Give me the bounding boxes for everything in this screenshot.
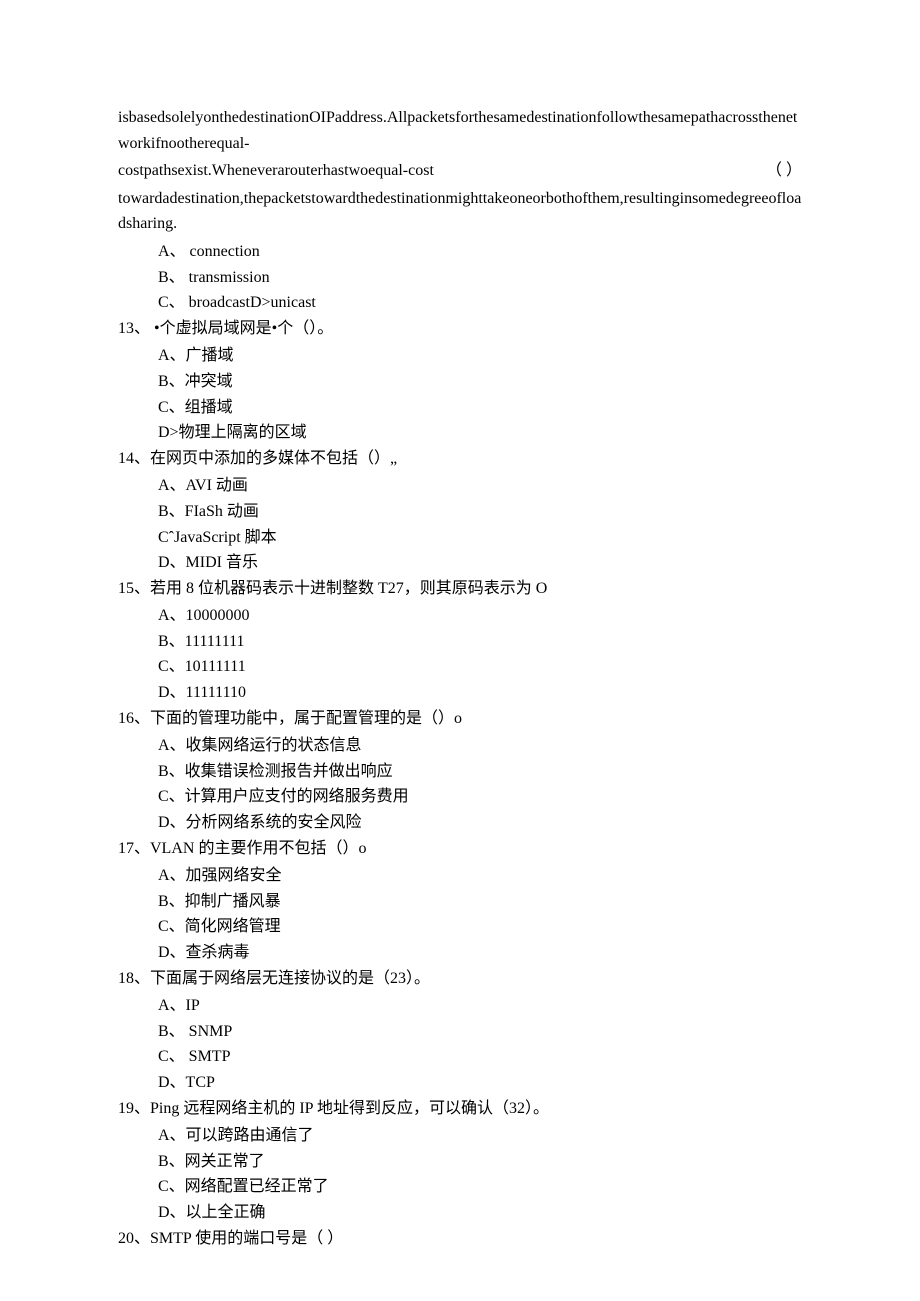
q20-stem: 20、SMTP 使用的端口号是（ ）	[118, 1226, 802, 1252]
q19-stem: 19、Ping 远程网络主机的 IP 地址得到反应，可以确认（32）。	[118, 1096, 802, 1122]
q18-stem: 18、下面属于网络层无连接协议的是（23）。	[118, 966, 802, 992]
q14-option-a: A、AVI 动画	[158, 473, 802, 499]
q18-option-a: A、IP	[158, 993, 802, 1019]
q15-option-c: C、10111111	[158, 654, 802, 680]
q17-option-b: B、抑制广播风暴	[158, 889, 802, 915]
q17-stem: 17、VLAN 的主要作用不包括（）o	[118, 836, 802, 862]
q15-option-d: D、11111110	[158, 680, 802, 706]
q14-option-c: CˆJavaScript 脚本	[158, 525, 802, 551]
q19-option-d: D、以上全正确	[158, 1200, 802, 1226]
q18-option-d: D、TCP	[158, 1070, 802, 1096]
q16-option-c: C、计算用户应支付的网络服务费用	[158, 784, 802, 810]
q15-stem: 15、若用 8 位机器码表示十进制整数 T27，则其原码表示为 O	[118, 576, 802, 602]
q13-option-c: C、组播域	[158, 395, 802, 421]
q14-stem: 14、在网页中添加的多媒体不包括（）„	[118, 446, 802, 472]
blank-bracket: （ ）	[746, 158, 802, 184]
q13-option-a: A、广播域	[158, 343, 802, 369]
q15-option-a: A、10000000	[158, 603, 802, 629]
q12-option-b: B、 transmission	[158, 265, 802, 291]
q19-option-b: B、网关正常了	[158, 1149, 802, 1175]
q15-option-b: B、11111111	[158, 629, 802, 655]
q19-option-c: C、网络配置已经正常了	[158, 1174, 802, 1200]
q17-option-d: D、查杀病毒	[158, 940, 802, 966]
document-page: isbasedsolelyonthedestinationOIPaddress.…	[0, 0, 920, 1301]
q18-option-c: C、 SMTP	[158, 1044, 802, 1070]
q13-stem: 13、 •个虚拟局域网是•个（）。	[118, 316, 802, 342]
passage-line-3: towardadestination,thepacketstowardthede…	[118, 186, 802, 237]
q17-option-a: A、加强网络安全	[158, 863, 802, 889]
q13-option-b: B、冲突域	[158, 369, 802, 395]
q16-option-b: B、收集错误检测报告并做出响应	[158, 759, 802, 785]
q13-option-d: D>物理上隔离的区域	[158, 420, 802, 446]
passage-line-1: isbasedsolelyonthedestinationOIPaddress.…	[118, 105, 802, 156]
passage-line-2: costpathsexist.Wheneverarouterhastwoequa…	[118, 158, 802, 184]
q16-option-d: D、分析网络系统的安全风险	[158, 810, 802, 836]
passage-line-2-text: costpathsexist.Wheneverarouterhastwoequa…	[118, 158, 746, 184]
q14-option-d: D、MIDI 音乐	[158, 550, 802, 576]
q14-option-b: B、FIaSh 动画	[158, 499, 802, 525]
q12-option-a: A、 connection	[158, 239, 802, 265]
q12-option-c: C、 broadcastD>unicast	[158, 290, 802, 316]
q18-option-b: B、 SNMP	[158, 1019, 802, 1045]
q16-stem: 16、下面的管理功能中，属于配置管理的是（）o	[118, 706, 802, 732]
q16-option-a: A、收集网络运行的状态信息	[158, 733, 802, 759]
q19-option-a: A、可以跨路由通信了	[158, 1123, 802, 1149]
q17-option-c: C、简化网络管理	[158, 914, 802, 940]
